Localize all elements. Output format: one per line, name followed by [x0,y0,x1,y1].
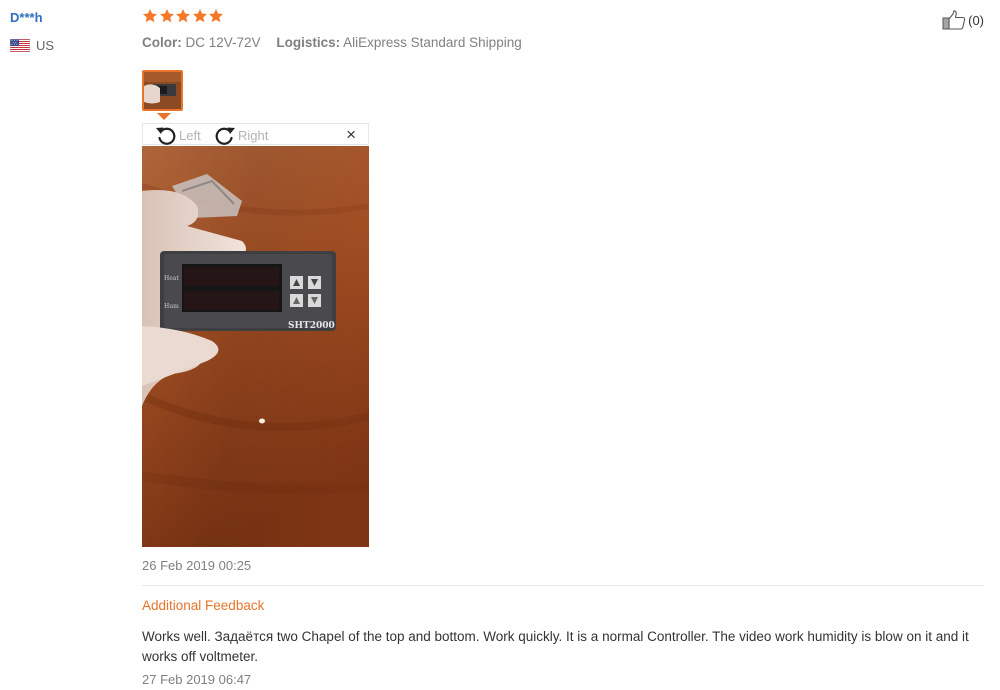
device-model-label: SHT2000 [288,321,335,331]
divider [142,585,984,586]
star-icon [209,9,223,23]
review-date: 26 Feb 2019 00:25 [142,558,252,573]
logistics-label: Logistics: [276,35,341,50]
star-icon [159,9,174,23]
close-icon[interactable]: × [346,124,356,146]
star-icon [192,9,207,23]
rotate-left-icon [156,127,176,145]
country-label: US [36,38,55,53]
photo-viewer-toolbar: Left Right × [142,123,369,145]
device-label-heat: Heat [164,275,179,282]
star-rating [142,8,225,24]
rotate-right-button[interactable]: Right [214,125,268,145]
thumbnail-pointer [157,113,171,120]
star-icon [143,9,157,23]
rotate-right-label: Right [238,127,269,143]
additional-feedback-title: Additional Feedback [142,598,265,613]
logistics-value: AliExpress Standard Shipping [343,35,522,50]
thumbs-up-icon [942,10,966,30]
helpful-button[interactable]: (0) [942,10,984,30]
reviewer-country: US [9,38,55,53]
rotate-right-icon [215,127,235,145]
additional-feedback-date: 27 Feb 2019 06:47 [142,672,252,687]
color-label: Color: [142,35,182,50]
reviewer-name[interactable]: D***h [10,10,43,25]
device-label-hum: Hum [164,303,179,310]
color-value: DC 12V-72V [185,35,261,50]
helpful-count: (0) [968,12,984,28]
order-info: Color: DC 12V-72V Logistics: AliExpress … [142,35,522,50]
review-photo-thumbnail[interactable] [142,70,183,111]
rotate-left-label: Left [179,127,201,143]
review-photo: Heat Hum SHT2000 [142,146,369,547]
additional-feedback-text: Works well. Задаётся two Chapel of the t… [142,629,969,664]
rotate-left-button[interactable]: Left [155,125,201,145]
star-icon [176,9,190,23]
us-flag-icon [9,38,31,53]
